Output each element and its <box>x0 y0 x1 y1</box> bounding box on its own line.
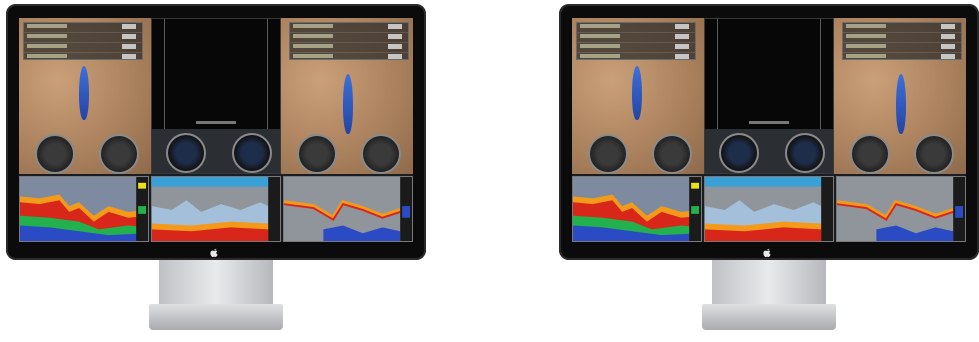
monitor-bezel <box>559 4 979 260</box>
side-scan-panel-right <box>281 18 413 174</box>
sonar-screen <box>19 18 413 242</box>
monitor-stand <box>159 260 273 306</box>
readout-box <box>576 22 696 60</box>
readout-box <box>23 22 143 60</box>
sonar-view-center <box>151 18 281 174</box>
depth-gauge[interactable] <box>232 133 272 173</box>
side-scan-panel-left <box>19 18 151 174</box>
vessel-marker <box>79 66 89 120</box>
vessel-marker <box>343 74 353 134</box>
monitor-right <box>559 4 979 338</box>
monitor-caption <box>6 326 426 342</box>
heading-dial[interactable] <box>914 134 954 174</box>
sonar-chart-1 <box>572 176 702 242</box>
compass-dial[interactable] <box>35 134 75 174</box>
monitor-bezel <box>6 4 426 260</box>
vessel-marker <box>896 74 906 134</box>
sonar-screen <box>572 18 966 242</box>
monitor-left <box>6 4 426 338</box>
depth-gauge[interactable] <box>785 133 825 173</box>
sonar-chart-2 <box>704 176 834 242</box>
side-scan-panel-right <box>834 18 966 174</box>
heading-dial[interactable] <box>361 134 401 174</box>
sonar-view-center <box>704 18 834 174</box>
compass-dial[interactable] <box>297 134 337 174</box>
apple-logo-icon <box>762 245 772 258</box>
readout-box <box>842 22 962 60</box>
apple-logo-icon <box>209 245 219 258</box>
monitor-stand <box>712 260 826 306</box>
readout-box <box>289 22 409 60</box>
sonar-chart-2 <box>151 176 281 242</box>
compass-dial[interactable] <box>588 134 628 174</box>
sonar-chart-3 <box>836 176 966 242</box>
speed-gauge[interactable] <box>719 133 759 173</box>
sonar-chart-1 <box>19 176 149 242</box>
vessel-marker <box>632 66 642 120</box>
compass-dial[interactable] <box>850 134 890 174</box>
monitor-caption <box>559 326 979 342</box>
heading-dial[interactable] <box>99 134 139 174</box>
speed-gauge[interactable] <box>166 133 206 173</box>
heading-dial[interactable] <box>652 134 692 174</box>
sonar-chart-3 <box>283 176 413 242</box>
side-scan-panel-left <box>572 18 704 174</box>
